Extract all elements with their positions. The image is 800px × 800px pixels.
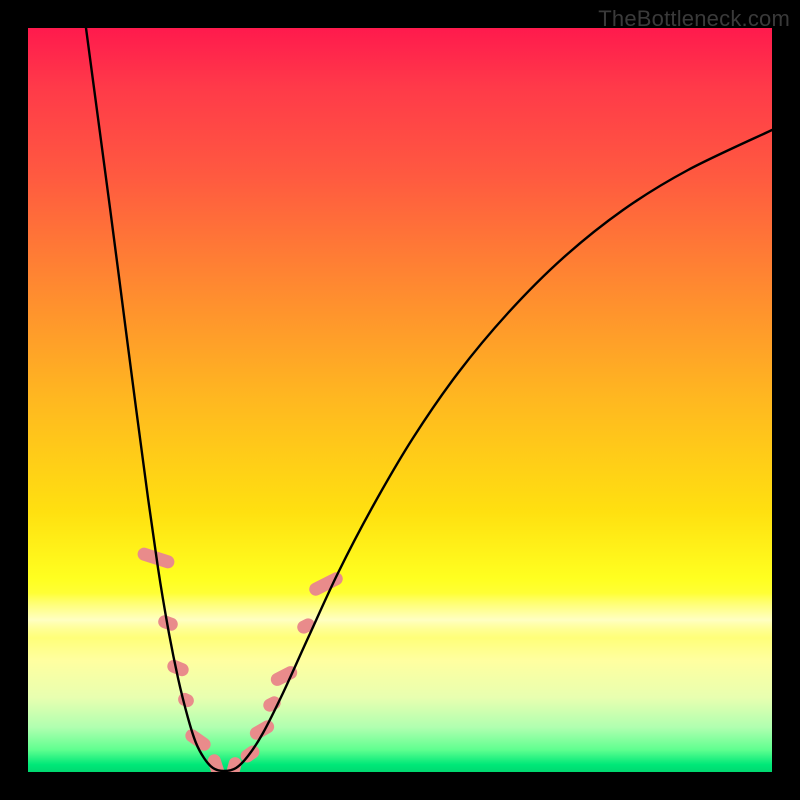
curve-layer	[28, 28, 772, 772]
data-mark	[261, 694, 283, 714]
chart-frame: TheBottleneck.com	[0, 0, 800, 800]
bottleneck-curve	[86, 28, 772, 771]
plot-area	[28, 28, 772, 772]
watermark-text: TheBottleneck.com	[598, 6, 790, 32]
data-mark	[247, 718, 276, 742]
data-marks	[136, 546, 345, 772]
data-mark	[307, 570, 345, 598]
